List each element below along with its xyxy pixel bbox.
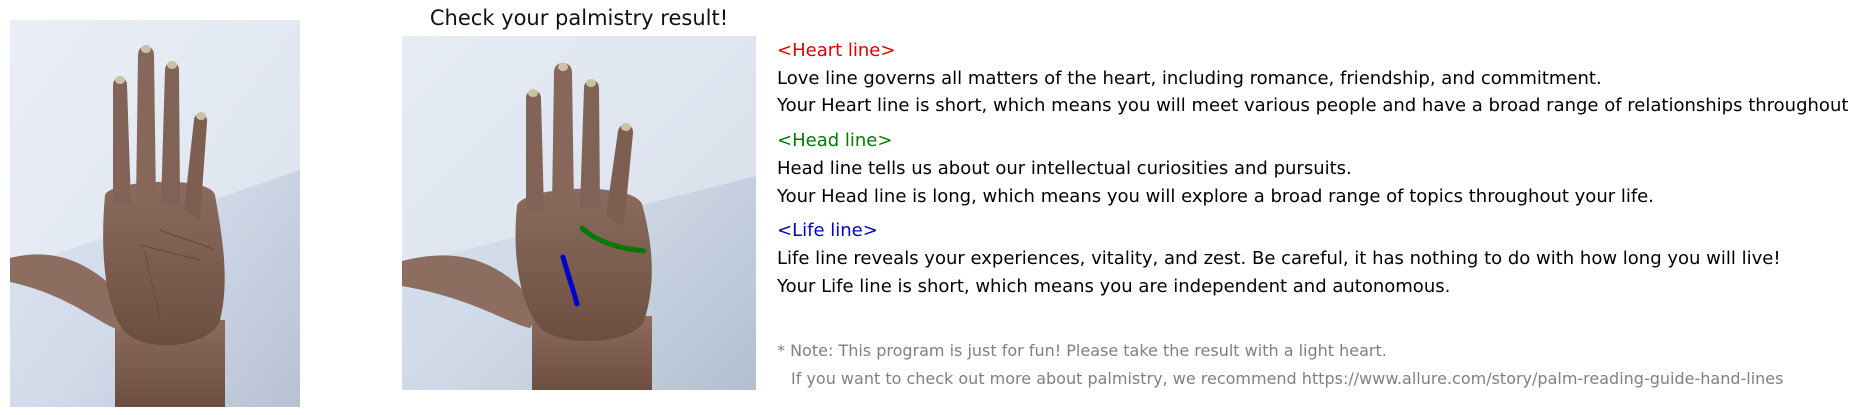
life-line-heading: <Life line>: [777, 220, 878, 241]
head-line-result: Your Head line is long, which means you …: [777, 186, 1654, 207]
head-line-description: Head line tells us about our intellectua…: [777, 158, 1352, 179]
heart-line-description: Love line governs all matters of the hea…: [777, 68, 1602, 89]
result-title: Check your palmistry result!: [429, 6, 729, 30]
hand-photo-original: [10, 20, 300, 407]
note-disclaimer: * Note: This program is just for fun! Pl…: [777, 341, 1387, 360]
annotated-hand-image: [402, 36, 756, 390]
life-line-result: Your Life line is short, which means you…: [777, 276, 1451, 297]
hand-image: [10, 20, 300, 407]
note-reference: If you want to check out more about palm…: [791, 369, 1784, 388]
heart-line-heading: <Heart line>: [777, 40, 896, 61]
head-line-heading: <Head line>: [777, 130, 893, 151]
heart-line-result: Your Heart line is short, which means yo…: [777, 95, 1851, 116]
hand-photo-annotated: [402, 36, 756, 390]
life-line-description: Life line reveals your experiences, vita…: [777, 248, 1781, 269]
